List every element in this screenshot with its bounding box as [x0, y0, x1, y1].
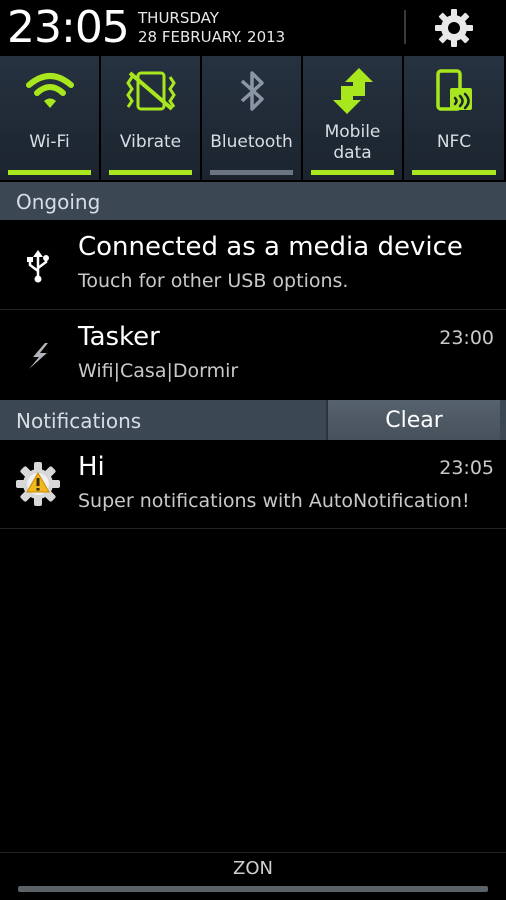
mobile-data-icon	[332, 68, 373, 114]
tasker-bolt-icon	[29, 343, 48, 369]
quick-settings-toggles: Wi-Fi Vibrate Bluetooth Mobile data NFC	[0, 56, 506, 180]
wifi-icon	[25, 73, 74, 108]
day-label: THURSDAY	[138, 9, 219, 27]
clock: 23:05	[7, 2, 130, 53]
usb-icon-wrap	[14, 242, 62, 290]
toggle-wifi[interactable]: Wi-Fi	[0, 56, 99, 180]
toggle-vibrate-label: Vibrate	[119, 132, 182, 152]
carrier-label: ZON	[233, 858, 273, 879]
toggle-bluetooth-indicator	[210, 170, 293, 175]
notification-usb[interactable]: Connected as a media device Touch for ot…	[0, 220, 506, 309]
usb-icon	[27, 250, 49, 283]
notification-text: Super notifications with AutoNotificatio…	[78, 490, 470, 512]
toggle-vibrate-indicator	[109, 170, 192, 175]
gear-icon	[435, 9, 473, 47]
notification-title: Tasker	[78, 322, 160, 352]
toggle-nfc-label: NFC	[436, 132, 472, 152]
toggle-mobile-data[interactable]: Mobile data	[303, 56, 402, 180]
toggle-nfc-indicator	[412, 170, 496, 175]
autonotification-icon-wrap	[14, 460, 62, 508]
autonotification-icon	[16, 462, 60, 506]
footer-divider	[0, 852, 506, 853]
status-header: 23:05 THURSDAY 28 FEBRUARY. 2013	[0, 0, 506, 56]
shade-drag-handle[interactable]	[18, 886, 488, 892]
notification-shade: 23:05 THURSDAY 28 FEBRUARY. 2013 Wi-Fi V…	[0, 0, 506, 900]
notifications-section-header: Notifications Clear	[0, 400, 506, 440]
toggle-bluetooth-label: Bluetooth	[210, 132, 293, 152]
tasker-icon-wrap	[14, 332, 62, 380]
toggle-mobile-data-label: Mobile data	[303, 122, 402, 164]
notification-title: Connected as a media device	[78, 232, 463, 262]
notification-time: 23:00	[439, 327, 494, 349]
toggle-wifi-indicator	[8, 170, 91, 175]
header-divider	[404, 10, 406, 44]
date-block: THURSDAY 28 FEBRUARY. 2013	[138, 9, 285, 47]
ongoing-title: Ongoing	[16, 190, 101, 214]
toggle-nfc[interactable]: NFC	[404, 56, 504, 180]
toggle-wifi-label: Wi-Fi	[29, 132, 70, 152]
notification-time: 23:05	[439, 457, 494, 479]
toggle-bluetooth[interactable]: Bluetooth	[202, 56, 301, 180]
toggle-mobile-data-label-line2: data	[333, 143, 372, 163]
vibrate-icon	[125, 71, 176, 111]
toggle-mobile-data-label-line1: Mobile	[324, 122, 381, 142]
bluetooth-icon	[240, 71, 264, 111]
divider	[0, 528, 506, 529]
notification-hi[interactable]: Hi 23:05 Super notifications with AutoNo…	[0, 440, 506, 528]
notification-text: Wifi|Casa|Dormir	[78, 360, 239, 382]
notification-text: Touch for other USB options.	[78, 270, 349, 292]
date-label: 28 FEBRUARY. 2013	[138, 28, 286, 46]
notification-title: Hi	[78, 452, 105, 482]
ongoing-section-header: Ongoing	[0, 182, 506, 220]
toggle-vibrate[interactable]: Vibrate	[101, 56, 200, 180]
notifications-title: Notifications	[16, 409, 142, 433]
notification-tasker[interactable]: Tasker 23:00 Wifi|Casa|Dormir	[0, 310, 506, 400]
toggle-mobile-data-indicator	[311, 170, 394, 175]
nfc-icon	[436, 69, 472, 111]
clear-button[interactable]: Clear	[326, 400, 500, 440]
settings-button[interactable]	[430, 5, 478, 51]
